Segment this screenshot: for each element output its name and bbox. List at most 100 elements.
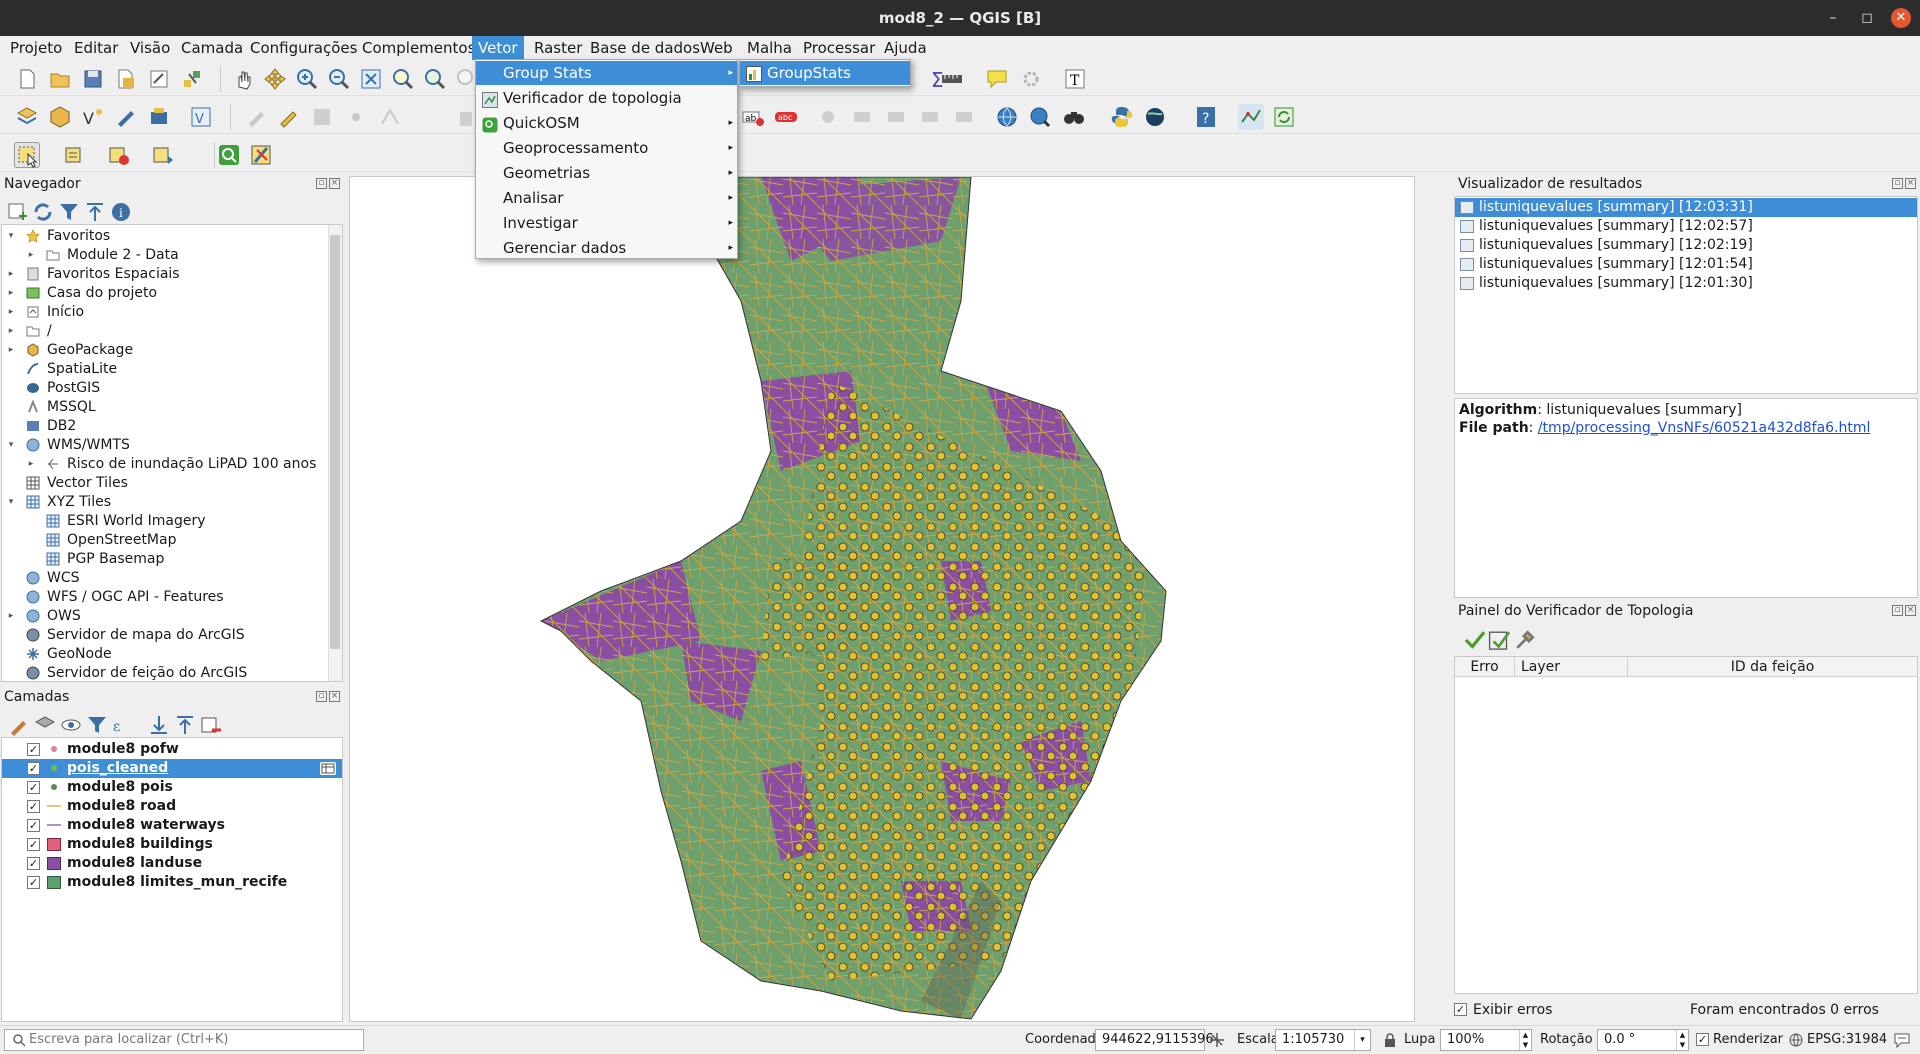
- menu-camada[interactable]: Camada: [175, 36, 249, 60]
- menu-item-group-stats[interactable]: Group Stats ▸: [476, 61, 737, 85]
- menu-editar[interactable]: Editar: [68, 36, 124, 60]
- coordinate-field[interactable]: 944622,9115396: [1095, 1029, 1214, 1051]
- locator-search-input[interactable]: Escreva para localizar (Ctrl+K): [4, 1029, 364, 1051]
- result-item[interactable]: listuniquevalues [summary] [12:02:19]: [1455, 236, 1917, 255]
- zoom-full-icon[interactable]: [358, 66, 384, 92]
- style-manager-icon[interactable]: [179, 66, 205, 92]
- select-by-value-icon[interactable]: [62, 142, 88, 168]
- result-item[interactable]: listuniquevalues [summary] [12:03:31]: [1455, 198, 1917, 217]
- close-panel-icon[interactable]: ×: [329, 178, 340, 189]
- show-hide-labels-icon[interactable]: [849, 104, 875, 130]
- float-panel-icon[interactable]: ▫: [1892, 605, 1903, 616]
- scrollbar-thumb[interactable]: [330, 235, 340, 649]
- crs-globe-icon[interactable]: [1789, 1033, 1803, 1047]
- menu-raster[interactable]: Raster: [528, 36, 588, 60]
- help-icon[interactable]: ?: [1193, 104, 1219, 130]
- navigator-tree[interactable]: ▾ Favoritos ▸ Module 2 - Data ▸ Favoritos E…: [1, 224, 343, 682]
- save-edits-icon[interactable]: [309, 104, 335, 130]
- minimize-button[interactable]: –: [1820, 0, 1846, 36]
- configure-rules-icon[interactable]: [1512, 627, 1535, 649]
- data-source-manager-icon[interactable]: [14, 104, 40, 130]
- rotate-label-icon[interactable]: [917, 104, 943, 130]
- show-errors-checkbox[interactable]: ✓: [1454, 1003, 1467, 1016]
- menu-web[interactable]: Web: [694, 36, 739, 60]
- result-item[interactable]: listuniquevalues [summary] [12:01:30]: [1455, 274, 1917, 293]
- plugin-globe-icon[interactable]: [1142, 104, 1168, 130]
- filter-by-expression-icon[interactable]: ε: [110, 712, 136, 735]
- layer-visibility-checkbox[interactable]: ✓: [27, 857, 40, 870]
- filter-icon[interactable]: [56, 199, 78, 220]
- lock-icon[interactable]: [1383, 1032, 1397, 1048]
- topology-errors-table[interactable]: Erro Layer ID da feição: [1454, 656, 1918, 994]
- pan-icon[interactable]: [230, 66, 256, 92]
- layers-tree[interactable]: ✓ module8 pofw ✓ pois_cleaned ✓ module8 …: [1, 737, 343, 1022]
- layer-row-pois-cleaned[interactable]: ✓ pois_cleaned: [2, 759, 342, 778]
- rotation-spinbox[interactable]: 0.0 ° ▲ ▼: [1597, 1029, 1689, 1051]
- render-checkbox[interactable]: ✓: [1696, 1033, 1709, 1046]
- select-location-icon[interactable]: [150, 142, 176, 168]
- menu-base-de-dados[interactable]: Base de dados: [584, 36, 706, 60]
- zoom-to-selection-icon[interactable]: [390, 66, 416, 92]
- close-button[interactable]: ✕: [1891, 8, 1911, 28]
- vertex-tool-icon[interactable]: [377, 104, 403, 130]
- add-selected-layers-icon[interactable]: [4, 199, 27, 220]
- identify-icon[interactable]: [216, 142, 242, 168]
- layer-visibility-checkbox[interactable]: ✓: [27, 781, 40, 794]
- measure-icon[interactable]: [939, 66, 965, 92]
- map-canvas[interactable]: [349, 176, 1415, 1022]
- manage-visibility-icon[interactable]: [58, 712, 81, 732]
- float-panel-icon[interactable]: ▫: [316, 178, 327, 189]
- pan-to-selection-icon[interactable]: [262, 66, 288, 92]
- menu-item-analisar[interactable]: Analisar ▸: [476, 186, 737, 210]
- close-panel-icon[interactable]: ×: [329, 691, 340, 702]
- float-panel-icon[interactable]: ▫: [1892, 178, 1903, 189]
- layer-row-module8-road[interactable]: ✓ module8 road: [2, 797, 342, 816]
- column-erro[interactable]: Erro: [1455, 657, 1515, 677]
- globe-add-icon[interactable]: [994, 104, 1020, 130]
- label-ab-icon[interactable]: ab: [740, 104, 766, 130]
- menu-item-gerenciar-dados[interactable]: Gerenciar dados ▸: [476, 236, 737, 260]
- crs-label[interactable]: EPSG:31984: [1807, 1026, 1887, 1054]
- new-geopackage-icon[interactable]: [47, 104, 73, 130]
- map-tips-icon[interactable]: [984, 66, 1010, 92]
- menu-item-verificador-de-topologia[interactable]: Verificador de topologia: [476, 86, 737, 110]
- info-icon[interactable]: i: [108, 199, 130, 221]
- temporary-layer-icon[interactable]: [146, 104, 172, 130]
- change-label-icon[interactable]: [951, 104, 977, 130]
- layer-visibility-checkbox[interactable]: ✓: [27, 762, 40, 775]
- new-project-icon[interactable]: [14, 66, 40, 92]
- menu-configuracoes[interactable]: Configurações: [244, 36, 363, 60]
- add-group-icon[interactable]: [32, 712, 56, 732]
- menu-vetor[interactable]: Vetor: [472, 36, 524, 60]
- layer-row-module8-pois[interactable]: ✓ module8 pois: [2, 778, 342, 797]
- collapse-all-layers-icon[interactable]: [172, 712, 193, 734]
- menu-complementos[interactable]: Complementos: [356, 36, 481, 60]
- digitize-icon[interactable]: [113, 104, 139, 130]
- navigator-panel-buttons[interactable]: ▫ ×: [314, 177, 340, 191]
- layer-visibility-checkbox[interactable]: ✓: [27, 743, 40, 756]
- toggle-editing-icon[interactable]: [243, 104, 269, 130]
- move-label-icon[interactable]: [883, 104, 909, 130]
- menu-item-geometrias[interactable]: Geometrias ▸: [476, 161, 737, 185]
- open-attribute-table-icon[interactable]: [320, 762, 336, 775]
- magnifier-spinbox[interactable]: 100% ▲ ▼: [1440, 1029, 1532, 1051]
- actions-gear-icon[interactable]: [1018, 66, 1044, 92]
- menu-malha[interactable]: Malha: [741, 36, 798, 60]
- text-annotation-icon[interactable]: T: [1062, 66, 1088, 92]
- result-item[interactable]: listuniquevalues [summary] [12:02:57]: [1455, 217, 1917, 236]
- float-panel-icon[interactable]: ▫: [316, 691, 327, 702]
- validate-all-icon[interactable]: [1462, 627, 1486, 649]
- save-as-icon[interactable]: [113, 66, 139, 92]
- python-console-icon[interactable]: [1109, 104, 1135, 130]
- select-features-icon[interactable]: [14, 142, 40, 168]
- menu-ajuda[interactable]: Ajuda: [878, 36, 933, 60]
- close-panel-icon[interactable]: ×: [1905, 178, 1916, 189]
- menu-visao[interactable]: Visão: [124, 36, 176, 60]
- results-panel-buttons[interactable]: ▫ ×: [1890, 177, 1916, 191]
- maximize-button[interactable]: ◻: [1854, 0, 1880, 36]
- close-panel-icon[interactable]: ×: [1905, 605, 1916, 616]
- scale-combo[interactable]: 1:105730 ▾: [1275, 1029, 1371, 1051]
- new-shapefile-icon[interactable]: V: [80, 104, 106, 130]
- zoom-to-layer-icon[interactable]: [422, 66, 448, 92]
- refresh-layers-icon[interactable]: [1271, 104, 1297, 130]
